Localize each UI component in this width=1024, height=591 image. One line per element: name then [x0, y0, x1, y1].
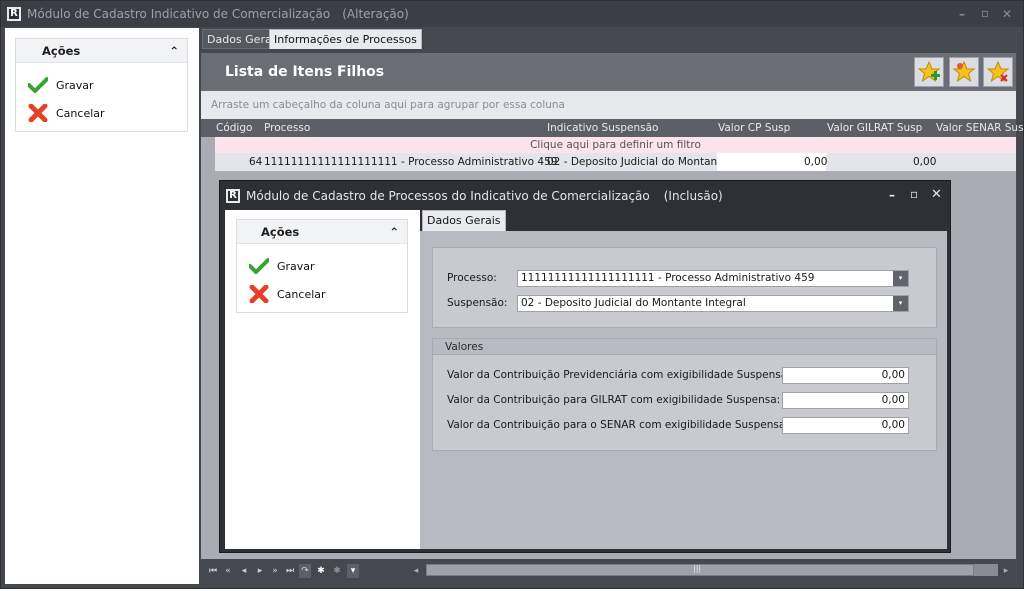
grid-column-header: Código Processo Indicativo Suspensão Val…: [201, 119, 1024, 137]
col-valor-gilrat[interactable]: Valor GILRAT Susp: [827, 122, 922, 134]
check-icon: [28, 77, 48, 93]
prev-record-icon[interactable]: ◂: [238, 564, 250, 578]
dialog-content: Dados Gerais Processo: 11111111111111111…: [420, 210, 947, 549]
chevron-down-icon[interactable]: ▾: [893, 296, 908, 311]
dialog-minimize-icon[interactable]: –: [889, 188, 895, 202]
app-logo: R: [7, 7, 21, 21]
cancelar-button[interactable]: Cancelar: [16, 99, 187, 127]
dialog-actions-heading: Ações: [261, 224, 300, 239]
table-row[interactable]: 64 11111111111111111111 - Processo Admin…: [215, 153, 1016, 171]
col-valor-senar[interactable]: Valor SENAR Susp: [936, 122, 1024, 134]
col-indicativo[interactable]: Indicativo Suspensão: [547, 122, 658, 134]
dialog-maximize-icon[interactable]: ▫: [910, 187, 918, 201]
group-by-area[interactable]: Arraste um cabeçalho da coluna aqui para…: [201, 91, 1016, 119]
processo-select[interactable]: 11111111111111111111 - Processo Administ…: [517, 270, 909, 287]
star-add-icon: [917, 60, 941, 83]
append-disabled-icon: ✱: [333, 566, 341, 576]
col-processo[interactable]: Processo: [264, 122, 310, 134]
gravar-button[interactable]: Gravar: [16, 71, 187, 99]
cell-codigo: 64: [249, 156, 263, 168]
dialog-cancelar-label: Cancelar: [277, 287, 326, 301]
valor-senar-field[interactable]: 0,00: [782, 417, 909, 434]
refresh-icon[interactable]: ↷: [299, 564, 311, 578]
next-record-icon[interactable]: ▸: [254, 564, 266, 578]
grid-navigator: ⏮ « ◂ ▸ » ⏭ ↷ ✱ ✱ ▾ ◂ ||| ▸: [201, 559, 1016, 583]
valor-cp-label: Valor da Contribuição Previdenciária com…: [447, 369, 791, 381]
filter-row[interactable]: Clique aqui para definir um filtro: [215, 137, 1016, 153]
chevron-down-icon[interactable]: ▾: [893, 271, 908, 286]
suspensao-select[interactable]: 02 - Deposito Judicial do Montante Integ…: [517, 295, 909, 312]
cell-processo: 11111111111111111111 - Processo Administ…: [264, 156, 558, 168]
suspensao-value: 02 - Deposito Judicial do Montante Integ…: [521, 297, 746, 309]
scroll-thumb[interactable]: |||: [426, 564, 974, 576]
append-icon[interactable]: ✱: [315, 564, 327, 578]
maximize-icon[interactable]: ▫: [981, 6, 989, 20]
valores-title: Valores: [433, 339, 936, 355]
dialog-logo: R: [226, 188, 240, 203]
processo-label: Processo:: [447, 272, 497, 284]
actions-header[interactable]: Ações ⌃: [16, 39, 187, 63]
col-codigo[interactable]: Código: [216, 122, 252, 134]
dialog-tab-dados-gerais[interactable]: Dados Gerais: [422, 210, 506, 231]
actions-panel: Ações ⌃ Gravar Cancelar: [15, 38, 188, 132]
scroll-right-icon[interactable]: ▸: [1000, 564, 1012, 578]
scroll-left-icon[interactable]: ◂: [410, 564, 422, 578]
dialog-actions-header[interactable]: Ações ⌃: [237, 220, 407, 244]
grid-title: Lista de Itens Filhos: [201, 53, 1016, 91]
first-record-icon[interactable]: ⏮: [207, 564, 219, 578]
dialog-mode: (Inclusão): [663, 188, 723, 203]
dialog-close-icon[interactable]: ✕: [931, 187, 942, 202]
add-item-button[interactable]: [914, 57, 944, 87]
edit-item-button[interactable]: [949, 57, 979, 87]
dialog-gravar-label: Gravar: [277, 259, 315, 273]
next-page-icon[interactable]: »: [269, 564, 281, 578]
dialog-gravar-button[interactable]: Gravar: [237, 252, 407, 280]
actions-heading: Ações: [42, 43, 81, 58]
cell-gilrat: 0,00: [913, 156, 937, 168]
processo-dialog: R Módulo de Cadastro de Processos do Ind…: [219, 180, 951, 553]
cell-indicativo: 02 - Deposito Judicial do Montante Int: [547, 156, 717, 168]
dialog-title: Módulo de Cadastro de Processos do Indic…: [246, 188, 650, 203]
main-window-title: Módulo de Cadastro Indicativo de Comerci…: [27, 7, 331, 21]
tab-informacoes-processos[interactable]: Informações de Processos: [269, 29, 422, 49]
dialog-left-pane: Ações ⌃ Gravar Cancelar: [225, 210, 420, 549]
scroll-grip: |||: [693, 564, 702, 573]
dialog-cancelar-button[interactable]: Cancelar: [237, 280, 407, 308]
cell-cp: 0,00: [804, 156, 828, 168]
minimize-icon[interactable]: –: [959, 7, 965, 21]
suspensao-label: Suspensão:: [447, 297, 508, 309]
cancelar-label: Cancelar: [56, 106, 105, 120]
valor-gilrat-label: Valor da Contribuição para GILRAT com ex…: [447, 394, 781, 406]
main-titlebar: R Módulo de Cadastro Indicativo de Comer…: [1, 1, 1023, 27]
valores-groupbox: Valores Valor da Contribuição Previdenci…: [432, 338, 937, 451]
x-icon: [28, 104, 48, 122]
valor-cp-field[interactable]: 0,00: [782, 367, 909, 384]
check-icon: [249, 258, 269, 274]
dialog-collapse-icon[interactable]: ⌃: [389, 225, 399, 239]
valor-gilrat-field[interactable]: 0,00: [782, 392, 909, 409]
close-icon[interactable]: ✕: [1002, 7, 1012, 21]
last-record-icon[interactable]: ⏭: [284, 564, 296, 578]
dialog-titlebar: R Módulo de Cadastro de Processos do Ind…: [220, 181, 950, 210]
processo-value: 11111111111111111111 - Processo Administ…: [521, 272, 815, 284]
main-window-mode: (Alteração): [342, 7, 409, 21]
main-left-pane: Ações ⌃ Gravar Cancelar: [5, 28, 199, 584]
valor-senar-label: Valor da Contribuição para o SENAR com e…: [447, 419, 789, 431]
horizontal-scrollbar[interactable]: |||: [426, 564, 998, 576]
star-edit-icon: [952, 60, 976, 83]
col-valor-cp[interactable]: Valor CP Susp: [718, 122, 790, 134]
collapse-icon[interactable]: ⌃: [169, 44, 179, 58]
filter-icon[interactable]: ▾: [347, 564, 359, 578]
x-icon: [249, 285, 269, 303]
delete-item-button[interactable]: [983, 57, 1013, 87]
star-delete-icon: [986, 60, 1010, 83]
processo-groupbox: Processo: 11111111111111111111 - Process…: [432, 247, 937, 328]
prev-page-icon[interactable]: «: [222, 564, 234, 578]
gravar-label: Gravar: [56, 78, 94, 92]
dialog-actions-panel: Ações ⌃ Gravar Cancelar: [236, 219, 408, 313]
